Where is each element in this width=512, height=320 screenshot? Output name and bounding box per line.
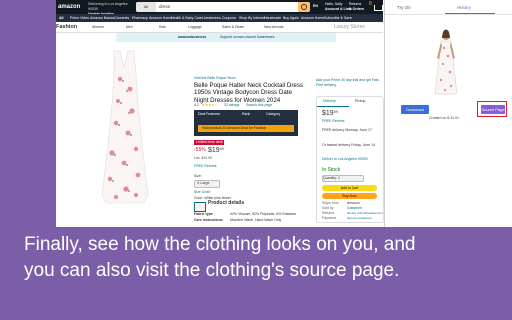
promo-banner[interactable]: amazonbusiness Support women-owned busin… [116, 33, 336, 42]
color-swatch[interactable] [194, 202, 206, 212]
store-link[interactable]: Visit the Belle Poque Store [194, 76, 236, 81]
language-selector[interactable]: EN [313, 4, 318, 9]
size-dropdown[interactable]: X-Large [194, 180, 220, 188]
tabs-divider [385, 14, 512, 15]
quantity-dropdown[interactable]: Quantity: 1 [322, 175, 364, 182]
download-button[interactable]: Download [401, 105, 429, 114]
ratings-link[interactable]: 22 ratings [224, 103, 239, 108]
search-bar: All dress [136, 2, 310, 12]
subnav-item[interactable]: Kids [159, 22, 166, 32]
add-to-cart-button[interactable]: Add to Cart [322, 185, 377, 191]
nav-item[interactable]: Prime Video [70, 14, 89, 22]
nav-item[interactable]: Shop By Interest [239, 14, 265, 22]
tab-history[interactable]: History [457, 4, 471, 12]
detail-key: Care instructions [194, 218, 223, 222]
deal-category: Category [266, 112, 281, 116]
fashion-subnav: Fashion Women Men Kids Luggage Sales & D… [56, 22, 383, 33]
nav-item[interactable]: All [59, 14, 63, 22]
amazon-logo[interactable]: amazon [58, 2, 84, 12]
model-illustration [434, 29, 458, 95]
subnav-item[interactable]: Women [92, 22, 104, 32]
dress-illustration [101, 50, 149, 204]
banner-brand: amazonbusiness [178, 35, 207, 39]
deliver-line1: Delivering to Los Angeles 90039 [88, 2, 128, 11]
limited-deal-badge: Limited time deal [194, 140, 225, 145]
rating-value: 4.2 [194, 103, 199, 107]
price-main: $19 [208, 147, 220, 154]
price-cents: 99 [220, 147, 224, 151]
banner-text: Support women-owned businesses [220, 35, 275, 39]
browser-viewport: amazon Delivering to Los Angeles 90039 U… [56, 0, 512, 227]
nav-item[interactable]: Livestreams [202, 14, 221, 22]
product-image[interactable] [76, 45, 171, 215]
subnav-item[interactable]: New Arrivals [264, 22, 283, 32]
nav-item[interactable]: Amazon Home [301, 14, 324, 22]
size-label: Size: [194, 174, 202, 178]
try-on-result-image[interactable] [401, 28, 491, 98]
delivery-date: FREE delivery Monday, June 17 [322, 128, 372, 132]
search-page-link[interactable]: Search this page [246, 103, 272, 108]
tab-pickup[interactable]: Pickup [355, 99, 366, 104]
discount-percent: -55% [194, 147, 206, 153]
product-details-heading: Product details [208, 200, 245, 206]
payment-link[interactable]: Secure transaction [347, 216, 372, 221]
nav-item[interactable]: Handmade [264, 14, 281, 22]
detail-key: Fabric type [194, 212, 213, 216]
payment-label: Payment [322, 216, 336, 220]
amazon-header: amazon Delivering to Los Angeles 90039 U… [56, 0, 383, 16]
caption-line-2: you can also visit the clothing's source… [24, 260, 400, 281]
amazon-nav: All Prime Video Amazon Basics Groceries … [56, 14, 383, 22]
cart-icon[interactable] [374, 5, 383, 11]
header-account-area: EN Hello, Sally Account & Lists Returns … [313, 2, 383, 12]
deal-link-text: Visit product 24 Amazon Deal for Fashion [202, 126, 267, 130]
subnav-item[interactable]: Fashion [56, 22, 77, 32]
subnav-item[interactable]: Luxury Stores [334, 22, 365, 32]
tab-indicator [317, 106, 349, 107]
deal-link-button[interactable]: Visit product 24 Amazon Deal for Fashion [198, 125, 294, 132]
nav-item[interactable]: Buy Again [283, 14, 299, 22]
buybox-price: $19 [322, 110, 334, 117]
buy-now-button[interactable]: Buy Now [322, 193, 377, 199]
deal-rank: Rank [242, 112, 251, 116]
product-title: Belle Poque Halter Neck Cocktail Dress 1… [194, 82, 304, 104]
subnav-item[interactable]: Men [126, 22, 133, 32]
nav-item[interactable]: Health & Baby Care [171, 14, 202, 22]
nav-item[interactable]: Subscribe & Save [324, 14, 352, 22]
caption-line-1: Finally, see how the clothing looks on y… [24, 234, 416, 255]
rating-stars-icon[interactable]: ★★★★☆ [202, 103, 218, 108]
search-icon[interactable] [298, 2, 310, 12]
search-category-dropdown[interactable]: All [136, 2, 156, 12]
deal-features-box: Deal Features Rank Category Visit produc… [194, 110, 298, 136]
search-input[interactable]: dress [159, 2, 170, 12]
created-timestamp: Created on 8:31:01 [429, 116, 459, 120]
account-lists-link[interactable]: Account & Lists [325, 7, 352, 12]
tutorial-caption: Finally, see how the clothing looks on y… [24, 232, 494, 284]
size-chart-link[interactable]: Size Chart [194, 190, 210, 195]
deal-label: Deal Features [198, 112, 220, 116]
buybox-free-returns[interactable]: FREE Returns [322, 119, 345, 124]
detail-value: Machine Wash, Hand Wash Only [230, 218, 282, 222]
subnav-item[interactable]: Luggage [188, 22, 202, 32]
nav-item[interactable]: Groceries [114, 14, 129, 22]
nav-item[interactable]: Coupons [222, 14, 236, 22]
deliver-to[interactable]: Delivering to Los Angeles 90039 Update l… [88, 2, 133, 16]
nav-item[interactable]: Pharmacy [132, 14, 148, 22]
nav-item[interactable]: Amazon Home [149, 14, 172, 22]
cart-count[interactable]: 0 [369, 2, 372, 7]
prime-trial-promo[interactable]: Add your Prime 30 day trial and get Fast… [316, 78, 382, 88]
tab-delivery[interactable]: Delivery [323, 99, 336, 104]
list-price: List: $43.99 [194, 156, 213, 160]
free-returns-link[interactable]: FREE Returns [194, 164, 217, 169]
stock-status: In Stock [322, 167, 341, 173]
tab-try-on[interactable]: Try On [397, 4, 411, 12]
highlight-box [477, 101, 507, 117]
detail-value: 42% Viscose, 52% Polyester, 6% Elastane [230, 212, 297, 216]
orders-link[interactable]: & Orders [349, 7, 364, 12]
deliver-to-link[interactable]: Deliver to Los Angeles 90039 [322, 157, 378, 162]
buybox-price-cents: 99 [334, 110, 338, 114]
nav-item[interactable]: Amazon Basics [90, 14, 114, 22]
buy-box: Delivery Pickup $19 99 FREE Returns FREE… [316, 96, 384, 223]
subnav-item[interactable]: Sales & Deals [222, 22, 244, 32]
fastest-delivery: Or fastest delivery Friday, June 14 [322, 143, 376, 147]
